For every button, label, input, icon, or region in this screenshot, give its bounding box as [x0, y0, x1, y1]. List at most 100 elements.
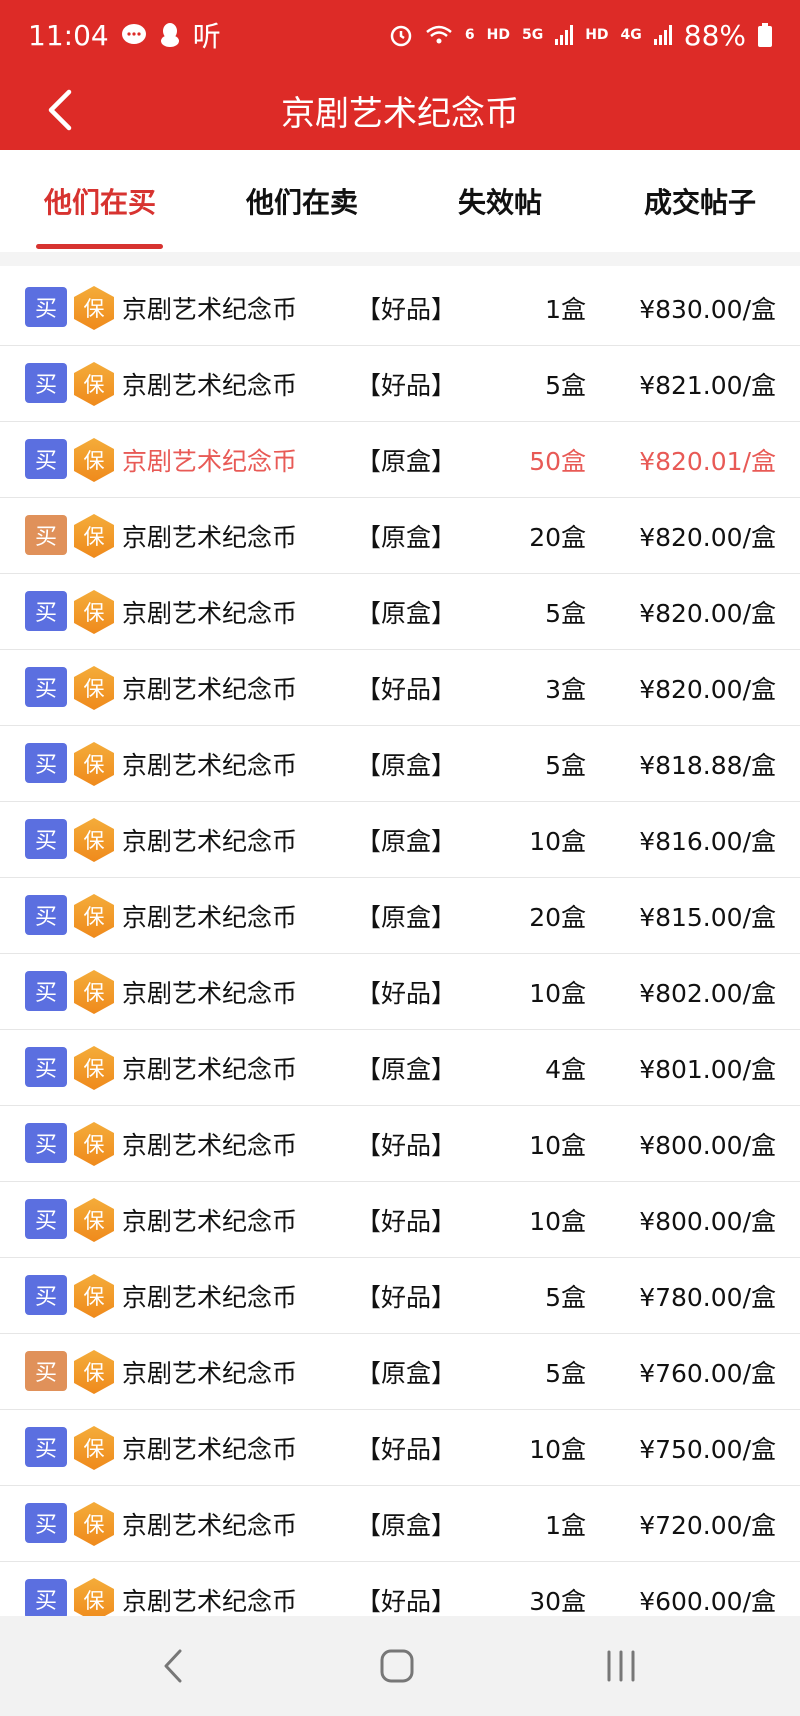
listing-row[interactable]: 买保京剧艺术纪念币 【原盒】 20盒 ¥815.00/盒	[0, 878, 800, 954]
listing-condition: 【原盒】	[356, 446, 457, 476]
listing-condition: 【好品】	[356, 1434, 457, 1464]
chevron-left-icon	[48, 89, 72, 131]
listing-price: ¥816.00/盒	[639, 826, 776, 856]
listen-icon-text: 听	[192, 20, 221, 53]
listing-name: 京剧艺术纪念币	[122, 370, 298, 400]
listing-condition: 【好品】	[356, 978, 457, 1008]
home-icon	[380, 1649, 414, 1683]
listing-price: ¥750.00/盒	[639, 1434, 776, 1464]
nav-home-button[interactable]	[367, 1644, 427, 1688]
listing-row[interactable]: 买保京剧艺术纪念币 【好品】 10盒 ¥802.00/盒	[0, 954, 800, 1030]
listing-row[interactable]: 买保京剧艺术纪念币 【原盒】 10盒 ¥816.00/盒	[0, 802, 800, 878]
tab-expired[interactable]: 失效帖	[420, 150, 580, 252]
listing-condition: 【好品】	[356, 674, 457, 704]
listing-price: ¥815.00/盒	[639, 902, 776, 932]
listing-row[interactable]: 买保京剧艺术纪念币 【好品】 10盒 ¥800.00/盒	[0, 1106, 800, 1182]
listing-name: 京剧艺术纪念币	[122, 1054, 298, 1084]
listing-list: 买保京剧艺术纪念币 【好品】 1盒 ¥830.00/盒买保京剧艺术纪念币 【好品】 5盒 ¥…	[0, 270, 800, 1638]
listing-row[interactable]: 买保京剧艺术纪念币 【好品】 1盒 ¥830.00/盒	[0, 270, 800, 346]
guarantee-badge: 保	[74, 590, 114, 634]
back-icon	[164, 1649, 182, 1683]
listing-name: 京剧艺术纪念币	[122, 902, 298, 932]
buy-badge: 买	[25, 363, 67, 403]
guarantee-badge: 保	[74, 818, 114, 862]
listing-row[interactable]: 买保京剧艺术纪念币 【好品】 5盒 ¥821.00/盒	[0, 346, 800, 422]
buy-badge: 买	[25, 895, 67, 935]
listing-row[interactable]: 买保京剧艺术纪念币 【原盒】 50盒 ¥820.01/盒	[0, 422, 800, 498]
guarantee-badge: 保	[74, 1198, 114, 1242]
listing-condition: 【原盒】	[356, 902, 457, 932]
signal-icon-2	[653, 25, 672, 45]
wifi-icon	[425, 24, 453, 46]
buy-badge: 买	[25, 1427, 67, 1467]
listing-price: ¥780.00/盒	[639, 1282, 776, 1312]
listing-name: 京剧艺术纪念币	[122, 1282, 298, 1312]
listing-quantity: 1盒	[545, 294, 586, 324]
listing-name: 京剧艺术纪念币	[122, 750, 298, 780]
listing-price: ¥800.00/盒	[639, 1206, 776, 1236]
nav-recents-button[interactable]	[591, 1644, 651, 1688]
guarantee-badge: 保	[74, 1502, 114, 1546]
system-nav-bar	[0, 1616, 800, 1716]
guarantee-badge: 保	[74, 970, 114, 1014]
listing-quantity: 10盒	[529, 1434, 586, 1464]
listing-name: 京剧艺术纪念币	[122, 826, 298, 856]
tab-buying[interactable]: 他们在买	[20, 150, 180, 252]
guarantee-badge: 保	[74, 1350, 114, 1394]
listing-name: 京剧艺术纪念币	[122, 522, 298, 552]
listing-price: ¥820.00/盒	[639, 674, 776, 704]
listing-condition: 【好品】	[356, 1130, 457, 1160]
guarantee-badge: 保	[74, 742, 114, 786]
listing-condition: 【好品】	[356, 370, 457, 400]
guarantee-badge: 保	[74, 666, 114, 710]
listing-price: ¥800.00/盒	[639, 1130, 776, 1160]
back-button[interactable]	[30, 80, 90, 140]
buy-badge: 买	[25, 591, 67, 631]
nav-back-button[interactable]	[143, 1644, 203, 1688]
listing-row[interactable]: 买保京剧艺术纪念币 【原盒】 5盒 ¥818.88/盒	[0, 726, 800, 802]
guarantee-badge: 保	[74, 362, 114, 406]
buy-badge: 买	[25, 1579, 67, 1619]
listing-quantity: 5盒	[545, 598, 586, 628]
listing-price: ¥820.00/盒	[639, 598, 776, 628]
listing-condition: 【好品】	[356, 1282, 457, 1312]
guarantee-badge: 保	[74, 514, 114, 558]
listing-quantity: 5盒	[545, 750, 586, 780]
listing-quantity: 20盒	[529, 902, 586, 932]
listing-row[interactable]: 买保京剧艺术纪念币 【原盒】 20盒 ¥820.00/盒	[0, 498, 800, 574]
listing-name: 京剧艺术纪念币	[122, 446, 298, 476]
listing-row[interactable]: 买保京剧艺术纪念币 【原盒】 4盒 ¥801.00/盒	[0, 1030, 800, 1106]
guarantee-badge: 保	[74, 1046, 114, 1090]
listing-row[interactable]: 买保京剧艺术纪念币 【好品】 10盒 ¥750.00/盒	[0, 1410, 800, 1486]
tab-completed[interactable]: 成交帖子	[620, 150, 780, 252]
buy-badge: 买	[25, 287, 67, 327]
listing-price: ¥820.01/盒	[639, 446, 776, 476]
listing-quantity: 10盒	[529, 978, 586, 1008]
listing-condition: 【原盒】	[356, 522, 457, 552]
buy-badge: 买	[25, 667, 67, 707]
listing-name: 京剧艺术纪念币	[122, 598, 298, 628]
listing-condition: 【原盒】	[356, 1510, 457, 1540]
listing-price: ¥820.00/盒	[639, 522, 776, 552]
buy-badge: 买	[25, 1275, 67, 1315]
listing-row[interactable]: 买保京剧艺术纪念币 【好品】 5盒 ¥780.00/盒	[0, 1258, 800, 1334]
listing-quantity: 50盒	[529, 446, 586, 476]
title-bar: 京剧艺术纪念币	[0, 70, 800, 150]
listing-condition: 【原盒】	[356, 1054, 457, 1084]
listing-condition: 【原盒】	[356, 826, 457, 856]
listing-row[interactable]: 买保京剧艺术纪念币 【原盒】 5盒 ¥760.00/盒	[0, 1334, 800, 1410]
listing-quantity: 5盒	[545, 1358, 586, 1388]
listing-price: ¥830.00/盒	[639, 294, 776, 324]
listing-row[interactable]: 买保京剧艺术纪念币 【好品】 3盒 ¥820.00/盒	[0, 650, 800, 726]
listing-row[interactable]: 买保京剧艺术纪念币 【原盒】 5盒 ¥820.00/盒	[0, 574, 800, 650]
listing-price: ¥821.00/盒	[639, 370, 776, 400]
recents-icon	[607, 1650, 635, 1682]
tab-selling[interactable]: 他们在卖	[222, 150, 382, 252]
buy-badge: 买	[25, 1047, 67, 1087]
listing-quantity: 3盒	[545, 674, 586, 704]
listing-quantity: 5盒	[545, 370, 586, 400]
listing-price: ¥802.00/盒	[639, 978, 776, 1008]
listing-row[interactable]: 买保京剧艺术纪念币 【原盒】 1盒 ¥720.00/盒	[0, 1486, 800, 1562]
buy-badge: 买	[25, 1199, 67, 1239]
listing-row[interactable]: 买保京剧艺术纪念币 【好品】 10盒 ¥800.00/盒	[0, 1182, 800, 1258]
